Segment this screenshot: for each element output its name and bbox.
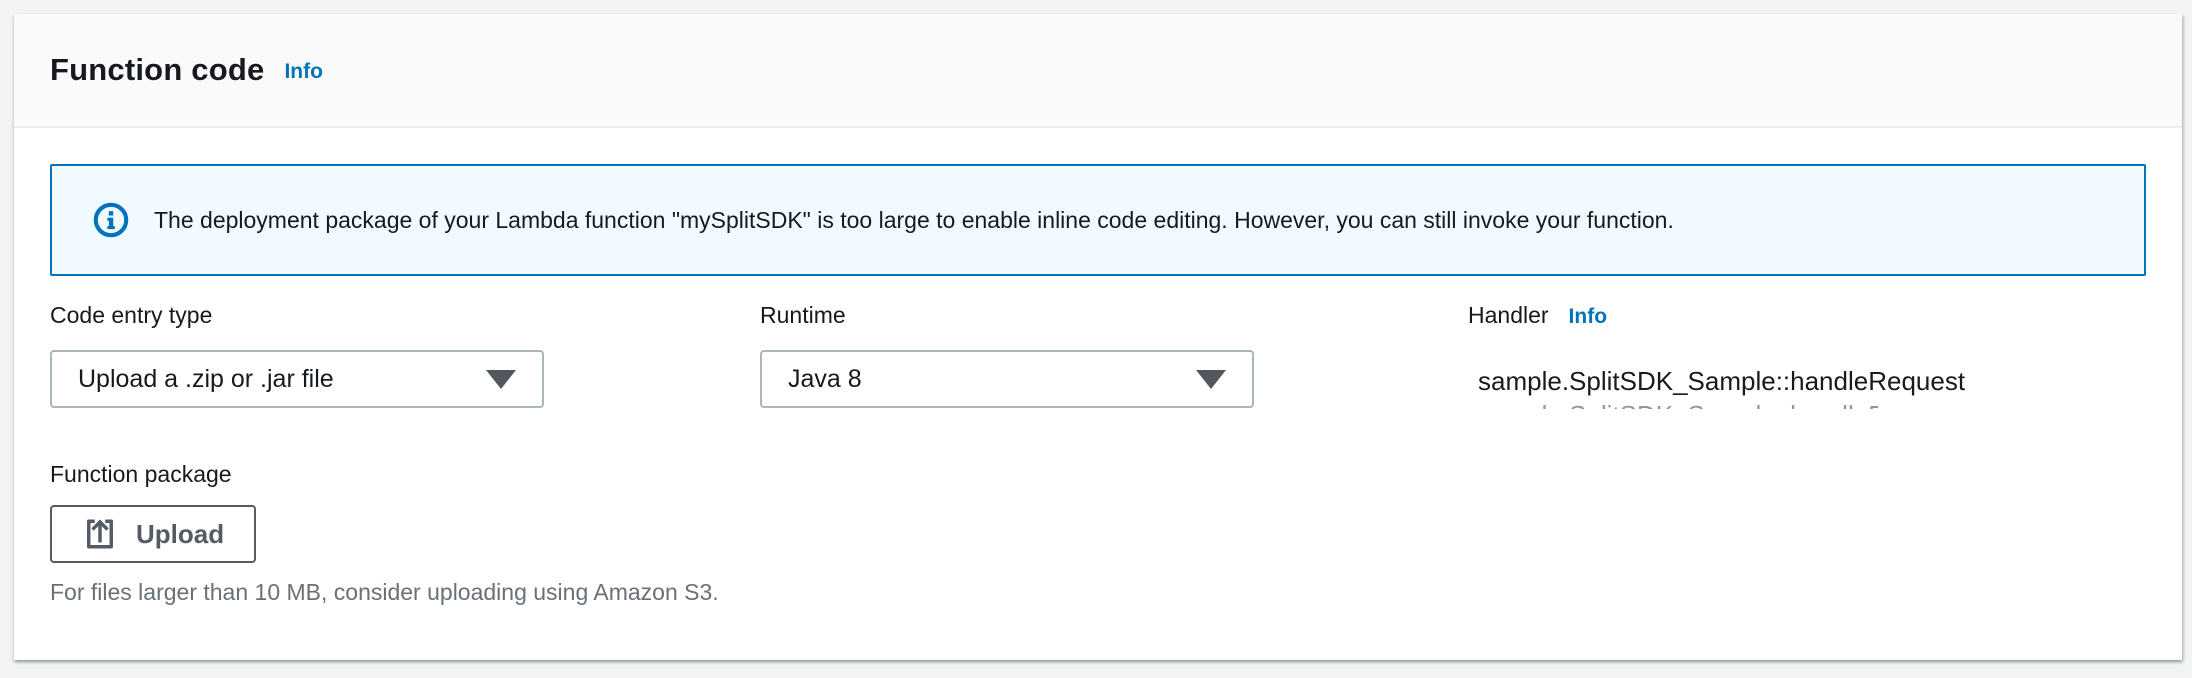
- panel-header: Function code Info: [14, 14, 2182, 128]
- runtime-select[interactable]: Java 8: [760, 350, 1254, 408]
- upload-icon: [82, 516, 118, 552]
- upload-button-label: Upload: [136, 519, 224, 550]
- code-entry-type-select[interactable]: Upload a .zip or .jar file: [50, 350, 544, 408]
- chevron-down-icon: [486, 370, 516, 389]
- info-circle-icon: [92, 201, 130, 239]
- function-code-panel: Function code Info The deployment packag…: [14, 14, 2182, 660]
- handler-field: Handler Info sample.SplitSDK_Sample::han…: [1468, 300, 2146, 409]
- runtime-label: Runtime: [760, 300, 1254, 330]
- chevron-down-icon: [1196, 370, 1226, 389]
- code-entry-type-field: Code entry type Upload a .zip or .jar fi…: [50, 300, 544, 408]
- handler-label: Handler: [1468, 300, 1549, 330]
- runtime-value: Java 8: [788, 365, 862, 394]
- panel-body: The deployment package of your Lambda fu…: [14, 128, 2182, 606]
- alert-message: The deployment package of your Lambda fu…: [154, 205, 1674, 235]
- handler-info-link[interactable]: Info: [1569, 302, 1607, 332]
- page-title: Function code: [50, 52, 264, 88]
- function-package-section: Function package Upload For files larger…: [50, 459, 2146, 606]
- code-entry-type-label: Code entry type: [50, 300, 544, 330]
- runtime-field: Runtime Java 8: [760, 300, 1254, 408]
- code-entry-type-value: Upload a .zip or .jar file: [78, 365, 334, 394]
- function-code-info-link[interactable]: Info: [284, 60, 322, 84]
- code-settings-row: Code entry type Upload a .zip or .jar fi…: [50, 300, 2146, 409]
- handler-label-row: Handler Info: [1468, 300, 2146, 332]
- function-package-label: Function package: [50, 459, 2146, 489]
- upload-helper-text: For files larger than 10 MB, consider up…: [50, 579, 2146, 606]
- upload-button[interactable]: Upload: [50, 505, 256, 563]
- deployment-package-info-alert: The deployment package of your Lambda fu…: [50, 164, 2146, 276]
- handler-clipped-line: sample.SplitSDK_Sample::handleRequest: [1468, 400, 1878, 409]
